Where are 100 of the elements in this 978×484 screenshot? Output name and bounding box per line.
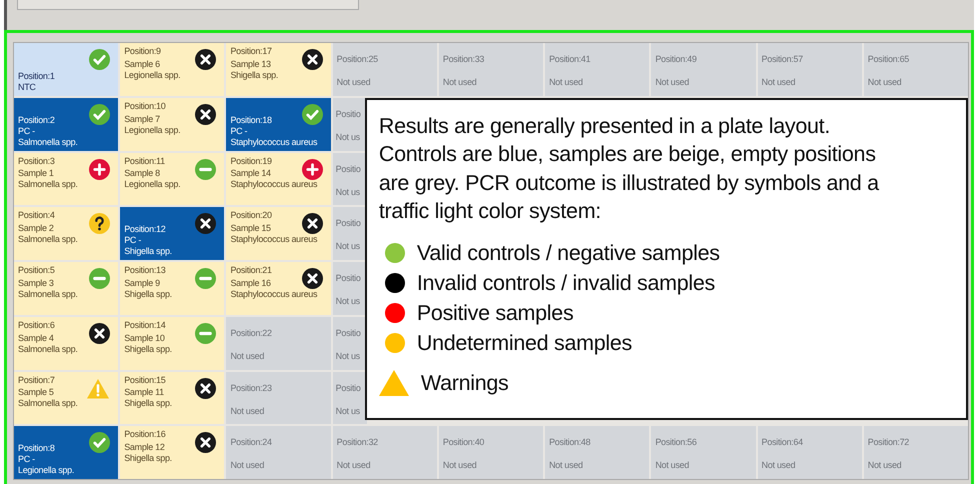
- well-text: Shigella spp.: [124, 288, 172, 300]
- sample-well[interactable]: Position:9 Sample 6 Legionella spp.: [120, 43, 224, 96]
- position-label: Position:64: [762, 437, 803, 448]
- sample-well[interactable]: Position:11 Sample 8 Legionella spp.: [120, 152, 224, 206]
- well-text: Sample 7: [124, 114, 160, 124]
- well-text: Sample 12: [124, 442, 165, 453]
- well-text: Not used: [868, 460, 902, 472]
- well-text: Shigella spp.: [124, 453, 172, 464]
- check-icon: [89, 432, 110, 454]
- sample-well[interactable]: Position:3 Sample 1 Salmonella spp.: [14, 152, 118, 206]
- sample-well[interactable]: Position:20 Sample 15 Staphylococcus aureus: [226, 207, 331, 260]
- sample-well[interactable]: Position:21 Sample 16 Staphylococcus aureus: [226, 262, 331, 315]
- legend-label: Valid controls / negative samples: [416, 240, 720, 266]
- control-well[interactable]: Position:8 PC - Legionella spp.: [14, 426, 118, 479]
- position-label: Position:1: [18, 70, 55, 82]
- position-label: Position:12: [124, 224, 166, 235]
- well-text: PC -: [124, 235, 142, 246]
- legend-label: Warnings: [420, 370, 508, 396]
- position-label: Position:11: [124, 156, 165, 166]
- well-text: Sample 16: [230, 278, 271, 289]
- well-text: Salmonella spp.: [18, 288, 78, 300]
- position-label: Positio: [336, 164, 361, 174]
- minus-icon: [195, 322, 216, 344]
- position-label: Position:48: [549, 437, 590, 448]
- position-label: Position:32: [336, 437, 378, 448]
- position-label: Position:14: [124, 320, 166, 331]
- well-text: Not used: [230, 460, 264, 472]
- position-label: Position:18: [230, 114, 272, 126]
- check-icon: [89, 104, 110, 125]
- well-text: Staphylococcus aureus: [230, 234, 318, 245]
- legend-label: Undetermined samples: [416, 330, 632, 356]
- well-text: Not us: [336, 296, 360, 307]
- sample-well[interactable]: Position:19 Sample 14 Staphylococcus aureus: [226, 152, 331, 206]
- well-text: NTC: [18, 82, 36, 93]
- well-text: Not used: [230, 406, 264, 416]
- sample-well[interactable]: Position:14 Sample 10 Shigella spp.: [120, 316, 224, 370]
- well-text: Not used: [868, 77, 902, 88]
- sample-well[interactable]: Position:13 Sample 9 Shigella spp.: [120, 262, 224, 315]
- position-label: Position:23: [230, 382, 272, 394]
- well-text: Not used: [442, 460, 476, 472]
- position-label: Position:57: [762, 54, 803, 65]
- sample-well[interactable]: Position:5 Sample 3 Salmonella spp.: [14, 262, 118, 315]
- question-icon: [89, 213, 110, 234]
- control-well[interactable]: Position:2 PC - Salmonella spp.: [14, 98, 118, 150]
- cross-icon: [302, 213, 323, 234]
- position-label: Position:17: [230, 46, 272, 57]
- position-label: Position:25: [336, 54, 378, 65]
- position-label: Position:56: [655, 437, 697, 448]
- well-text: Legionella spp.: [18, 465, 74, 476]
- sample-well[interactable]: Position:7 Sample 5 Salmonella spp.: [14, 372, 118, 424]
- well-text: Not used: [655, 460, 689, 472]
- well-text: Not used: [762, 460, 796, 472]
- well-text: Salmonella spp.: [18, 398, 78, 410]
- position-label: Positio: [336, 328, 361, 339]
- position-label: Position:21: [230, 265, 272, 276]
- position-label: Position:4: [18, 210, 55, 222]
- sample-well[interactable]: Position:16 Sample 12 Shigella spp.: [120, 426, 224, 479]
- position-label: Position:2: [18, 114, 55, 126]
- position-label: Position:22: [230, 328, 272, 339]
- position-label: Position:6: [18, 320, 55, 331]
- well-text: Shigella spp.: [230, 70, 278, 81]
- ntc-well[interactable]: Position:1 NTC: [14, 43, 118, 96]
- position-label: Position:49: [655, 54, 697, 65]
- cross-icon: [195, 432, 216, 454]
- well-text: Salmonella spp.: [18, 344, 78, 354]
- cross-icon: [302, 49, 323, 70]
- well-text: Salmonella spp.: [18, 179, 78, 190]
- well-text: Sample 3: [18, 278, 54, 289]
- well-text: Legionella spp.: [124, 179, 180, 190]
- well-text: Sample 5: [18, 387, 54, 398]
- position-label: Position:19: [230, 156, 272, 166]
- warning-icon: [86, 378, 110, 398]
- sample-well[interactable]: Position:6 Sample 4 Salmonella spp.: [14, 316, 118, 370]
- well-text: Sample 9: [124, 278, 160, 289]
- minus-icon: [195, 158, 216, 180]
- position-label: Position:40: [442, 437, 484, 448]
- sample-well[interactable]: Position:17 Sample 13 Shigella spp.: [226, 43, 331, 96]
- well-text: Staphylococcus aureus: [230, 288, 318, 300]
- legend-label: Invalid controls / invalid samples: [416, 270, 715, 296]
- cross-icon: [195, 378, 216, 398]
- control-well[interactable]: Position:12 PC - Shigella spp.: [120, 207, 224, 260]
- position-label: Position:20: [230, 210, 272, 222]
- sample-well[interactable]: Position:15 Sample 11 Shigella spp.: [120, 372, 224, 424]
- well-text: Not used: [762, 77, 796, 88]
- control-well[interactable]: Position:18 PC - Staphylococcus aureus: [226, 98, 331, 150]
- well-text: PC -: [18, 454, 35, 465]
- position-label: Position:5: [18, 265, 55, 276]
- legend-label: Positive samples: [416, 300, 574, 326]
- position-label: Positio: [336, 382, 361, 394]
- sample-well[interactable]: Position:10 Sample 7 Legionella spp.: [120, 98, 224, 150]
- well-text: Legionella spp.: [124, 70, 180, 81]
- well-text: Shigella spp.: [124, 246, 172, 257]
- position-label: Position:72: [868, 437, 909, 448]
- sample-well[interactable]: Position:4 Sample 2 Salmonella spp.: [14, 207, 118, 260]
- position-label: Positio: [336, 218, 361, 230]
- well-text: Sample 10: [124, 332, 165, 344]
- position-label: Position:41: [549, 54, 590, 65]
- plus-icon: [89, 158, 110, 180]
- well-text: Staphylococcus aureus: [230, 179, 318, 190]
- well-text: Not used: [442, 77, 476, 88]
